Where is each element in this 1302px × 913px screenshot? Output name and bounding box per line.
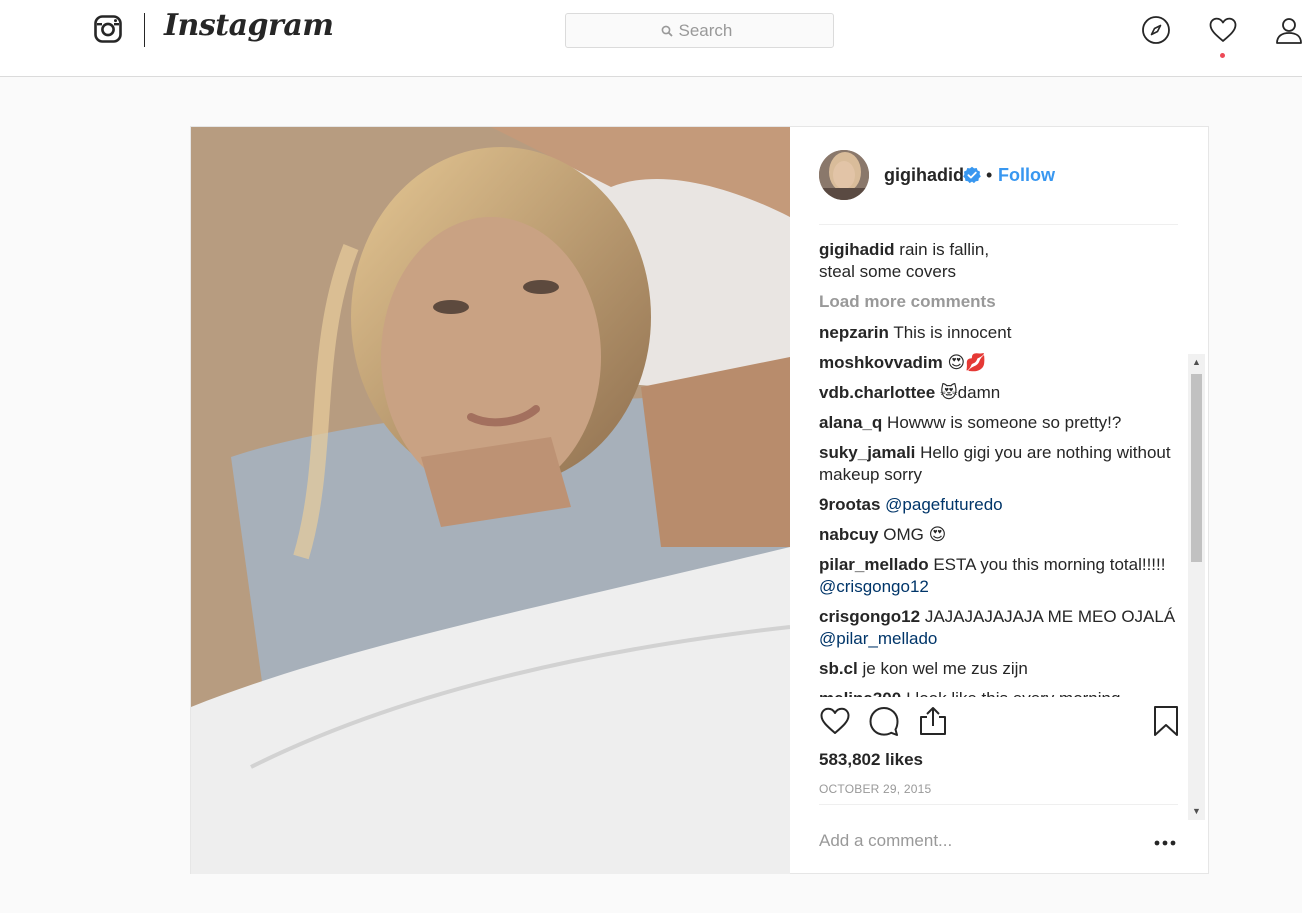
comment-item: nepzarin This is innocent	[819, 322, 1179, 344]
comment-icon[interactable]	[868, 705, 900, 737]
compass-icon[interactable]	[1141, 15, 1171, 45]
post-date[interactable]: OCTOBER 29, 2015	[819, 782, 931, 796]
comment-username[interactable]: 9rootas	[819, 495, 880, 514]
comment-username[interactable]: suky_jamali	[819, 443, 915, 462]
comment-mention-link[interactable]: @crisgongo12	[819, 577, 929, 596]
comments-list: gigihadid rain is fallin, steal some cov…	[819, 239, 1179, 697]
comment-text: ESTA you this morning total!!!!!	[933, 555, 1166, 574]
comment-text: I look like this every morning	[906, 689, 1120, 697]
comment-item: suky_jamali Hello gigi you are nothing w…	[819, 442, 1179, 486]
scrollbar-thumb[interactable]	[1191, 374, 1202, 562]
comment-item: sb.cl je kon wel me zus zijn	[819, 658, 1179, 680]
comment-username[interactable]: moshkovvadim	[819, 353, 943, 372]
scroll-up-arrow-icon[interactable]: ▲	[1188, 354, 1205, 371]
search-input[interactable]	[678, 20, 739, 41]
comment-username[interactable]: pilar_mellado	[819, 555, 929, 574]
profile-icon[interactable]	[1274, 15, 1302, 45]
comment-item: moshkovvadim 😍💋	[819, 352, 1179, 374]
load-more-comments-button[interactable]: Load more comments	[819, 291, 1179, 313]
footer-divider	[819, 804, 1178, 805]
heart-icon[interactable]	[1208, 15, 1238, 45]
notification-dot	[1220, 53, 1225, 58]
comment-text: JAJAJAJAJAJA ME MEO OJALÁ	[924, 607, 1176, 626]
comment-text: This is innocent	[893, 323, 1012, 342]
verified-badge-icon	[963, 166, 981, 184]
comment-username[interactable]: melina300	[819, 689, 901, 697]
comment-item: nabcuy OMG 😍	[819, 524, 1179, 546]
caption-line-2: steal some covers	[819, 262, 956, 281]
search-icon	[661, 25, 673, 37]
comment-username[interactable]: vdb.charlottee	[819, 383, 935, 402]
post-author-username[interactable]: gigihadid	[884, 165, 964, 186]
comment-username[interactable]: sb.cl	[819, 659, 858, 678]
comment-mention-link[interactable]: @pagefuturedo	[885, 495, 1002, 514]
post-header: gigihadid • Follow	[819, 150, 1178, 200]
comment-item: vdb.charlottee 😻damn	[819, 382, 1179, 404]
likes-count[interactable]: 583,802 likes	[819, 750, 923, 770]
top-navigation-bar: Instagram	[0, 0, 1302, 77]
scroll-down-arrow-icon[interactable]: ▼	[1188, 803, 1205, 820]
comments-scrollbar[interactable]: ▲ ▼	[1188, 354, 1205, 820]
logo-divider	[144, 13, 145, 47]
comment-item: pilar_mellado ESTA you this morning tota…	[819, 554, 1179, 598]
comment-item: crisgongo12 JAJAJAJAJAJA ME MEO OJALÁ @p…	[819, 606, 1179, 650]
share-icon[interactable]	[917, 705, 949, 737]
separator-dot: •	[986, 165, 993, 185]
comment-text: 😻damn	[939, 383, 1001, 402]
comment-text: Howww is someone so pretty!?	[887, 413, 1122, 432]
caption: gigihadid rain is fallin, steal some cov…	[819, 239, 1179, 283]
comment-username[interactable]: alana_q	[819, 413, 882, 432]
post-card: gigihadid • Follow gigihadid rain is fal…	[190, 126, 1209, 874]
bookmark-icon[interactable]	[1150, 705, 1182, 737]
caption-username[interactable]: gigihadid	[819, 240, 895, 259]
post-photo[interactable]	[191, 127, 790, 874]
comment-item: 9rootas @pagefuturedo	[819, 494, 1179, 516]
header-divider	[819, 224, 1178, 225]
instagram-wordmark[interactable]: Instagram	[164, 8, 334, 43]
comment-username[interactable]: nepzarin	[819, 323, 889, 342]
avatar[interactable]	[819, 150, 869, 200]
comment-mention-link[interactable]: @pilar_mellado	[819, 629, 937, 648]
comment-text: OMG 😍	[883, 525, 947, 544]
caption-line-1: rain is fallin,	[899, 240, 990, 259]
comment-username[interactable]: nabcuy	[819, 525, 879, 544]
comment-text: je kon wel me zus zijn	[862, 659, 1028, 678]
post-sidebar: gigihadid • Follow gigihadid rain is fal…	[790, 127, 1208, 873]
post-actions	[819, 705, 1179, 745]
more-options-icon[interactable]	[1153, 839, 1177, 847]
search-box[interactable]	[565, 13, 834, 48]
comment-item: melina300 I look like this every morning	[819, 688, 1179, 697]
like-heart-icon[interactable]	[819, 705, 851, 737]
follow-button[interactable]: Follow	[998, 165, 1055, 186]
instagram-glyph-icon[interactable]	[94, 15, 122, 43]
comment-item: alana_q Howww is someone so pretty!?	[819, 412, 1179, 434]
comment-username[interactable]: crisgongo12	[819, 607, 920, 626]
comment-text: 😍💋	[947, 353, 987, 372]
add-comment-input[interactable]	[819, 827, 1119, 855]
